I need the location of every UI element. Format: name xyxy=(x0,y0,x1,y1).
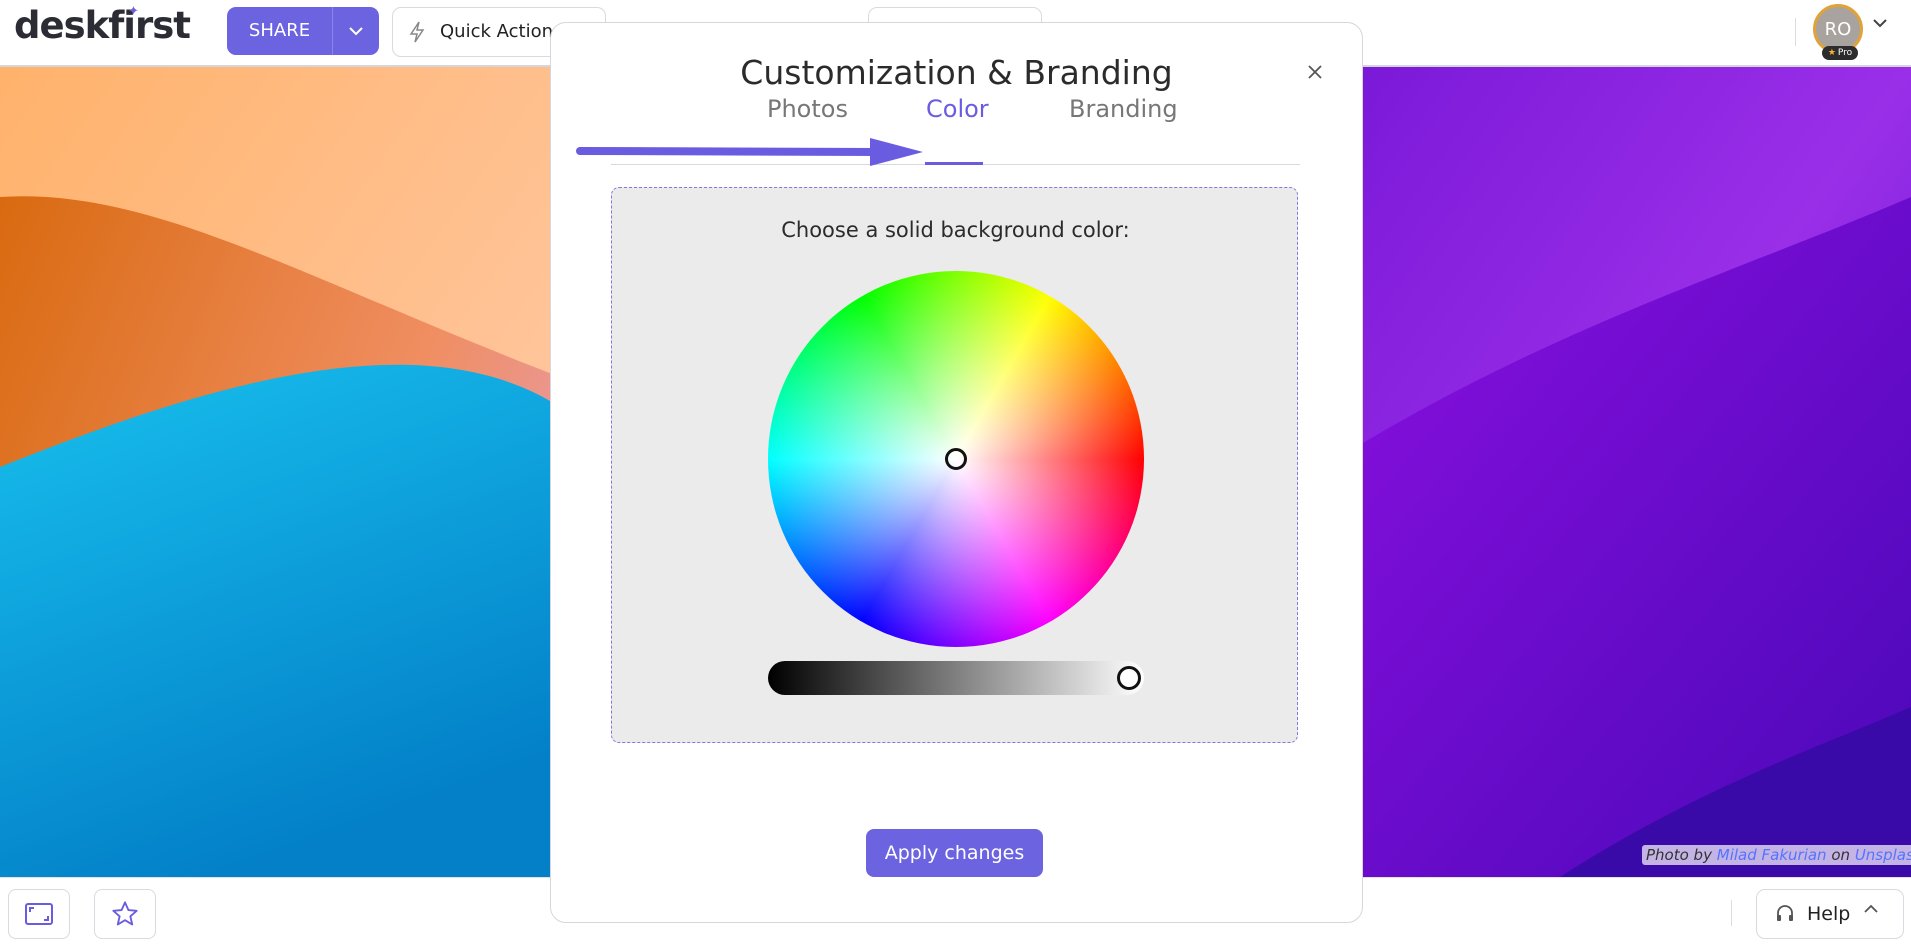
tab-active-indicator xyxy=(925,162,983,165)
star-icon xyxy=(112,901,138,926)
lightning-icon xyxy=(409,21,425,43)
chevron-up-icon xyxy=(1864,904,1878,913)
arrow-annotation xyxy=(576,138,923,166)
photo-credit-on: on xyxy=(1831,846,1851,864)
color-wheel-handle[interactable] xyxy=(945,448,967,470)
favorite-button[interactable] xyxy=(94,889,156,939)
tab-color[interactable]: Color xyxy=(926,95,989,123)
star-icon: ★ xyxy=(1827,48,1836,58)
chevron-down-icon xyxy=(348,27,363,36)
share-button[interactable]: SHARE xyxy=(227,7,332,55)
brightness-slider-handle[interactable] xyxy=(1117,666,1141,690)
headset-icon xyxy=(1777,905,1793,921)
header-divider xyxy=(1795,18,1796,46)
modal-title: Customization & Branding xyxy=(740,53,1173,92)
logo-spark-icon: ✦ xyxy=(128,4,139,19)
tab-photos[interactable]: Photos xyxy=(767,95,848,123)
photo-credit-author-link[interactable]: Milad Fakurian xyxy=(1717,846,1827,864)
share-button-group: SHARE xyxy=(227,7,379,55)
help-button[interactable]: Help xyxy=(1756,889,1904,939)
chevron-down-icon[interactable] xyxy=(1872,18,1888,28)
color-panel-label: Choose a solid background color: xyxy=(781,218,1130,242)
close-icon[interactable] xyxy=(1304,61,1326,83)
brightness-slider[interactable] xyxy=(768,661,1144,695)
footer-divider xyxy=(1731,900,1732,926)
avatar-initials: RO xyxy=(1824,18,1852,40)
tab-branding[interactable]: Branding xyxy=(1069,95,1178,123)
app-logo[interactable]: deskfirst xyxy=(14,4,191,47)
fullscreen-icon xyxy=(25,903,53,925)
fullscreen-button[interactable] xyxy=(8,889,70,939)
apply-changes-button[interactable]: Apply changes xyxy=(866,829,1043,877)
color-panel: Choose a solid background color: xyxy=(611,187,1298,743)
photo-credit: Photo by Milad Fakurian on Unsplash xyxy=(1642,845,1911,865)
help-label: Help xyxy=(1807,903,1851,925)
pro-badge-label: Pro xyxy=(1837,48,1853,58)
share-dropdown-button[interactable] xyxy=(332,7,379,55)
photo-credit-site-link[interactable]: Unsplash xyxy=(1855,846,1911,864)
pro-badge: ★ Pro xyxy=(1822,46,1858,60)
quick-actions-label: Quick Actions xyxy=(440,21,563,42)
photo-credit-prefix: Photo by xyxy=(1646,846,1712,864)
